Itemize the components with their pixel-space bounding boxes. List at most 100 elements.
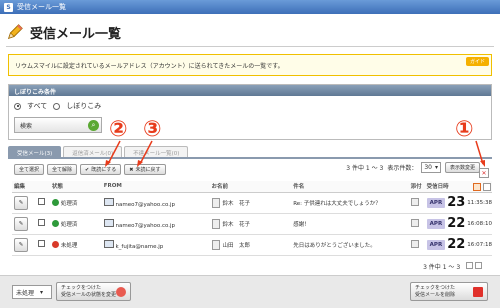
- tabs-divider: [8, 157, 492, 159]
- per-page-select[interactable]: 30 ▾: [421, 162, 441, 173]
- page-header: 受信メール一覧: [6, 20, 121, 44]
- from-address: nameo7@yahoo.co.jp: [115, 222, 175, 229]
- tab-received[interactable]: 受信メール(3): [8, 146, 62, 157]
- search-icon: ⌕: [88, 120, 99, 131]
- check-icon: ✔: [85, 166, 90, 173]
- status-dot-icon: [51, 241, 59, 248]
- window-title: 受信メール一覧: [17, 3, 66, 11]
- result-range: 3 件中 1 ～ 3: [346, 165, 384, 172]
- date-day: 22: [447, 237, 466, 252]
- status-text: 処理済: [60, 200, 78, 207]
- notice-box: リウムスマイルに設定されているメールアドレス（アカウント）に送られてきたメールの…: [8, 54, 492, 76]
- pager-range: 3 件中 1 ～ 3: [423, 264, 461, 271]
- sender-name: 鈴木 花子: [222, 221, 251, 228]
- row-checkbox[interactable]: [37, 198, 45, 205]
- col-attach: 添付: [408, 181, 425, 193]
- callout-2: ②: [109, 117, 128, 142]
- col-status: 状態: [49, 181, 102, 193]
- sort-up-icon[interactable]: [482, 182, 491, 191]
- prev-page-icon[interactable]: [466, 262, 474, 269]
- date-time: 16:08:10: [467, 220, 492, 227]
- page-title: 受信メール一覧: [30, 26, 122, 42]
- radio-all-label: すべて: [27, 102, 48, 110]
- status-text: 処理済: [60, 221, 78, 228]
- status-select[interactable]: 未処理 ▾: [12, 285, 52, 299]
- subject-text[interactable]: Re: 子供連れは大丈夫でしょうか？: [293, 201, 381, 207]
- callout-3: ③: [143, 117, 162, 142]
- received-date: APR 22 16:08:10: [426, 216, 492, 231]
- change-status-line2: 受信メールの状態を変更: [61, 291, 117, 298]
- subject-text[interactable]: 先日はありがとうございました。: [293, 243, 376, 249]
- footer-bar: 未処理 ▾ チェックをつけた 受信メールの状態を変更 チェックをつけた 受信メー…: [0, 275, 500, 308]
- pagination: 3 件中 1 ～ 3: [423, 262, 482, 271]
- search-label: 検索: [20, 122, 33, 130]
- status-select-value: 未処理: [16, 289, 35, 297]
- contact-card-icon: [103, 218, 114, 227]
- edit-button[interactable]: ✎: [14, 195, 28, 210]
- radio-filter[interactable]: [53, 102, 61, 110]
- person-icon: [211, 239, 220, 250]
- list-counter: 3 件中 1 ～ 3 表示件数： 30 ▾ 表示数変更: [346, 162, 480, 173]
- table-row[interactable]: ✎ 処理済 nameo7@yahoo.co.jp 鈴木 花子 Re: 子供連れは…: [12, 192, 492, 214]
- edit-button[interactable]: ✎: [14, 216, 28, 231]
- from-address: k_fujita@name.jp: [115, 243, 164, 250]
- deselect-all-button[interactable]: 全て解除: [47, 164, 78, 175]
- date-month: APR: [426, 197, 446, 208]
- col-subject: 件名: [291, 181, 409, 193]
- callout-arrows-left: [105, 140, 153, 167]
- delete-line2: 受信メールを削除: [415, 291, 456, 298]
- sender-name: 山田 太郎: [222, 242, 251, 249]
- open-mail-icon[interactable]: [410, 197, 419, 206]
- sort-down-icon[interactable]: [472, 182, 481, 191]
- app-icon: S: [4, 2, 13, 12]
- contact-card-icon: [103, 197, 114, 206]
- open-mail-icon[interactable]: [410, 218, 419, 227]
- from-address: nameo7@yahoo.co.jp: [115, 201, 175, 208]
- filter-panel: しぼりこみ条件 すべて しぼりこみ 検索 ⌕: [8, 84, 492, 140]
- contact-card-icon: [103, 239, 114, 248]
- search-button[interactable]: 検索 ⌕: [14, 117, 102, 133]
- date-month: APR: [426, 218, 446, 229]
- header-divider: [6, 46, 494, 47]
- chevron-down-icon: ▾: [434, 164, 438, 171]
- row-checkbox[interactable]: [37, 219, 45, 226]
- next-page-icon[interactable]: [475, 262, 482, 269]
- select-all-button[interactable]: 全て選択: [14, 164, 45, 175]
- radio-all[interactable]: [14, 102, 21, 110]
- guide-button[interactable]: ガイド: [465, 57, 489, 66]
- edit-button[interactable]: ✎: [14, 237, 28, 252]
- status-dot-icon: [51, 220, 59, 227]
- date-day: 23: [447, 195, 466, 210]
- status-badge: 処理済: [51, 199, 102, 207]
- delete-line1: チェックをつけた: [415, 284, 456, 291]
- open-mail-icon[interactable]: [410, 239, 419, 248]
- person-icon: [211, 197, 220, 208]
- chevron-down-icon: ▾: [40, 288, 44, 296]
- change-status-label: チェックをつけた 受信メールの状態を変更: [61, 285, 116, 299]
- table-row[interactable]: ✎ 処理済 nameo7@yahoo.co.jp 鈴木 花子 感謝！ APR 22…: [12, 213, 492, 235]
- pencil-icon: ✎: [18, 241, 24, 248]
- status-badge: 処理済: [51, 220, 102, 228]
- col-from: FROM: [101, 181, 210, 193]
- delete-mail-label: チェックをつけた 受信メールを削除: [415, 285, 455, 299]
- delete-selected-icon[interactable]: ✕: [479, 168, 489, 178]
- filter-title: しぼりこみ条件: [9, 85, 491, 96]
- received-date: APR 23 11:35:38: [426, 195, 492, 210]
- row-checkbox[interactable]: [37, 240, 45, 247]
- delete-mail-button[interactable]: チェックをつけた 受信メールを削除: [410, 282, 488, 301]
- pencil-icon: [7, 24, 23, 40]
- window-titlebar: S 受信メール一覧: [0, 0, 500, 14]
- callout-1: ①: [455, 117, 474, 142]
- table-row[interactable]: ✎ 未処理 k_fujita@name.jp 山田 太郎 先日はありがとうござい…: [12, 234, 492, 256]
- notice-text: リウムスマイルに設定されているメールアドレス（アカウント）に送られてきたメールの…: [15, 63, 284, 70]
- status-text: 未処理: [60, 242, 78, 249]
- mail-table: 編集 状態 FROM お名前 件名 添付 受信日時 ✎ 処理済 nameo7@y…: [12, 181, 492, 256]
- col-date-label: 受信日時: [426, 184, 449, 190]
- change-status-line1: チェックをつけた: [61, 284, 102, 291]
- person-icon: [211, 218, 220, 229]
- date-month: APR: [426, 239, 446, 250]
- subject-text[interactable]: 感謝！: [293, 222, 310, 228]
- received-date: APR 22 16:07:18: [426, 237, 492, 252]
- change-status-button[interactable]: チェックをつけた 受信メールの状態を変更: [56, 282, 131, 301]
- filter-radios: すべて しぼりこみ: [14, 101, 101, 111]
